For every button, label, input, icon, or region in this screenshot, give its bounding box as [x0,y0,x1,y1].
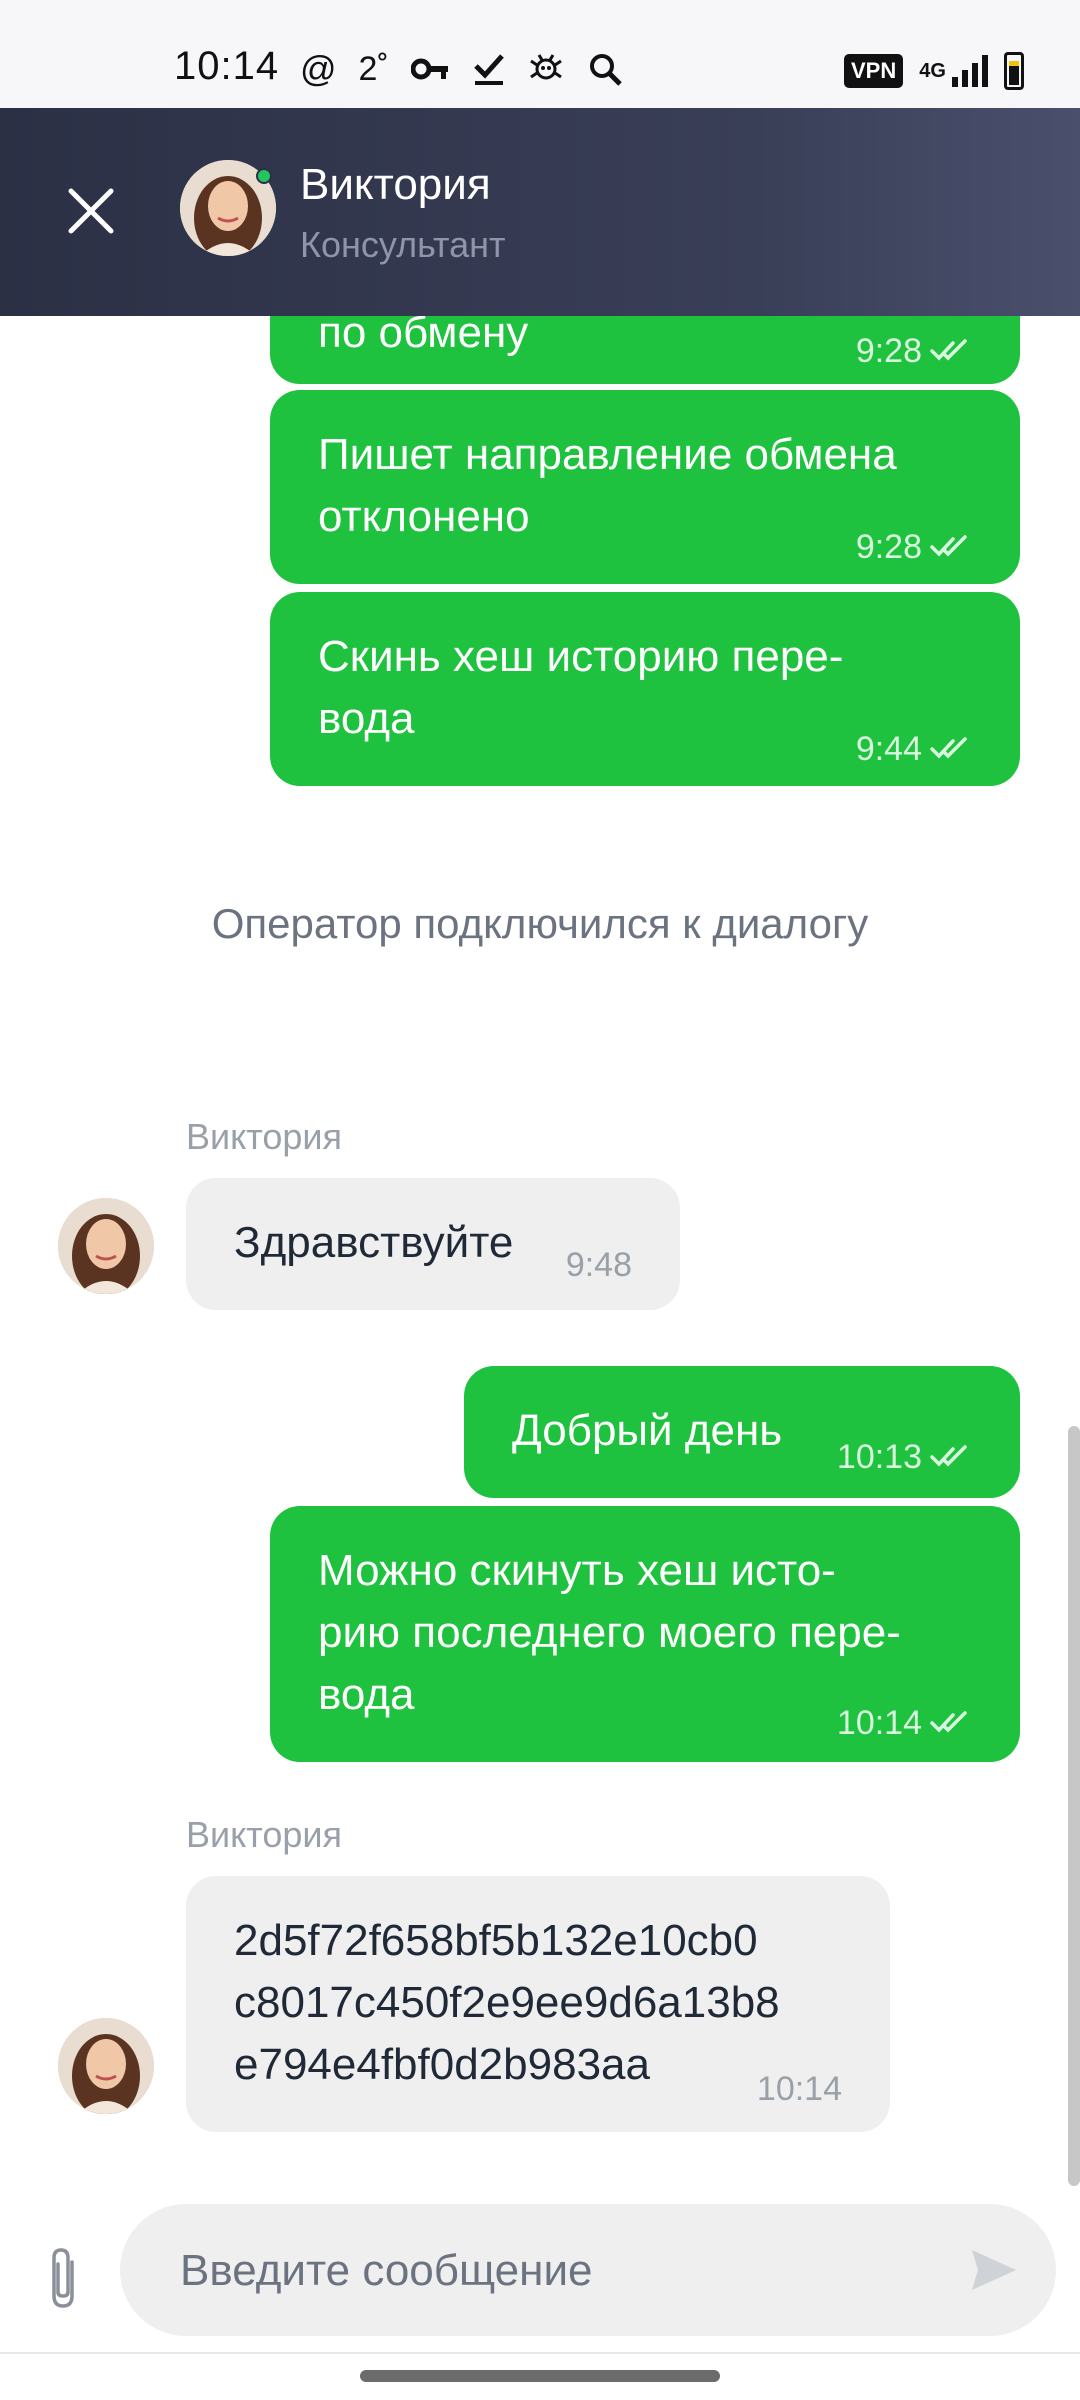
paperclip-icon[interactable] [38,2244,88,2314]
network-type: 4G [919,59,946,82]
message-text-line: Пишет направление обмена [318,430,897,479]
battery-icon [1003,52,1024,90]
message-text-line: 2d5f72f658bf5b132e10cb0 [234,1916,758,1965]
message-meta: 9:48 [566,1234,632,1296]
message-time: 10:14 [836,1704,922,1742]
status-bar: 10:14 @ 2˚ VPN 4G [0,0,1080,108]
status-time: 10:14 [174,44,280,88]
home-indicator[interactable] [360,2370,720,2382]
avatar [58,1198,154,1294]
message-text: Здравствуйте [234,1218,514,1267]
message-meta: 9:44 [856,718,972,780]
avatar [58,2018,154,2114]
online-status-dot [256,168,272,184]
message-meta: 9:28 [856,516,972,578]
message-time: 9:28 [855,332,922,370]
message-time: 10:13 [836,1438,922,1476]
message-text-line: Скинь хеш историю пере- [318,632,844,681]
message-text-line: вода [318,1670,415,1719]
bug-icon [529,54,562,80]
chat-messages[interactable]: по обмену 9:28 Пишет направление обмена … [0,316,1080,2186]
message-text-line: рию последнего моего пере- [318,1608,901,1657]
key-icon [410,58,448,80]
message-text: по обмену [318,316,529,357]
incoming-message[interactable]: Здравствуйте 9:48 [186,1178,680,1310]
message-text-line: вода [318,694,415,743]
search-icon [589,54,622,86]
message-time: 9:44 [855,730,922,768]
chat-scrollbar[interactable] [1068,1426,1080,2186]
double-check-icon [930,1711,967,1733]
message-composer: Введите сообщение [0,2186,1080,2400]
outgoing-message[interactable]: по обмену 9:28 [270,316,1020,384]
divider [0,2352,1080,2354]
message-meta: 10:14 [757,2058,842,2120]
message-time: 10:14 [756,2070,842,2108]
message-time: 9:28 [855,528,922,566]
contact-name: Виктория [300,160,491,209]
message-time: 9:48 [565,1246,632,1284]
chat-header: Виктория Консультант [0,108,1080,316]
double-check-icon [930,737,967,759]
send-icon[interactable] [966,2242,1022,2298]
double-check-icon [930,535,967,557]
message-meta: 10:14 [837,1692,972,1754]
message-text-line: Можно скинуть хеш исто- [318,1546,836,1595]
double-check-icon [930,339,967,361]
outgoing-message[interactable]: Можно скинуть хеш исто- рию последнего м… [270,1506,1020,1762]
signal-icon [951,55,988,87]
outgoing-message[interactable]: Добрый день 10:13 [464,1366,1020,1498]
contact-role: Консультант [300,224,506,265]
temperature-icon: 2˚ [358,49,389,88]
vpn-badge: VPN [844,54,904,88]
sender-name: Виктория [186,1814,343,1855]
check-icon [474,54,504,85]
status-right: VPN 4G [844,52,1024,90]
incoming-message[interactable]: 2d5f72f658bf5b132e10cb0 c8017c450f2e9ee9… [186,1876,890,2132]
message-text-line: e794e4fbf0d2b983aa [234,2040,650,2089]
status-icons: @ 2˚ [300,48,623,90]
message-meta: 10:13 [837,1426,972,1488]
at-icon: @ [300,48,337,89]
double-check-icon [930,1445,967,1467]
sender-name: Виктория [186,1116,343,1157]
message-meta: 9:28 [856,320,972,382]
message-input-placeholder: Введите сообщение [180,2246,593,2295]
system-message: Оператор подключился к диалогу [211,900,869,947]
message-text: Добрый день [512,1406,783,1455]
outgoing-message[interactable]: Скинь хеш историю пере- вода 9:44 [270,592,1020,786]
close-icon[interactable] [56,176,126,246]
message-text-line: отклонено [318,492,530,541]
message-text-line: c8017c450f2e9ee9d6a13b8 [234,1978,780,2027]
outgoing-message[interactable]: Пишет направление обмена отклонено 9:28 [270,390,1020,584]
